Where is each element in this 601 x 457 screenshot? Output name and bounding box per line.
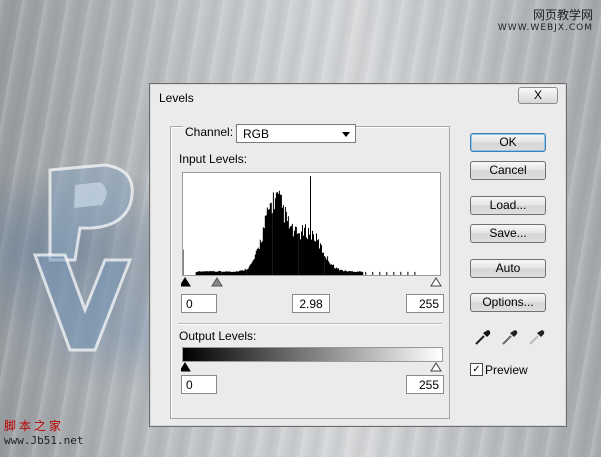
input-gamma-field[interactable]: 2.98 <box>292 294 330 313</box>
gray-eyedropper-icon[interactable] <box>501 328 519 346</box>
dialog-title: Levels <box>159 91 194 105</box>
output-black-field[interactable]: 0 <box>181 375 217 394</box>
watermark-bottom-line1: 脚本之家 <box>4 419 65 433</box>
black-point-handle <box>181 277 191 287</box>
load-button[interactable]: Load... <box>470 196 546 215</box>
input-black-field[interactable]: 0 <box>181 294 217 313</box>
histogram <box>182 172 441 276</box>
cancel-button[interactable]: Cancel <box>470 161 546 180</box>
watermark-top-line1: 网页教学网 <box>532 8 593 22</box>
white-point-handle <box>430 277 442 287</box>
auto-button[interactable]: Auto <box>470 259 546 278</box>
watermark-bottom-line2: www.Jb51.net <box>4 434 84 447</box>
output-black-handle <box>181 362 191 372</box>
output-white-handle <box>430 362 442 372</box>
watermark-site-bottom: 脚本之家 www.Jb51.net <box>4 417 83 447</box>
histogram-bars <box>183 176 416 275</box>
output-levels-label: Output Levels: <box>179 329 257 343</box>
channel-value: RGB <box>243 127 270 141</box>
preview-checkbox[interactable]: ✓ <box>470 363 483 376</box>
preview-label: Preview <box>485 363 528 377</box>
dialog-titlebar[interactable]: Levels X <box>150 84 566 110</box>
black-eyedropper-icon[interactable] <box>474 328 492 346</box>
watermark-top-line2: WWW.WEBJX.COM <box>497 23 593 33</box>
input-levels-label: Input Levels: <box>179 152 248 166</box>
gamma-handle <box>211 277 223 287</box>
histogram-graph <box>183 176 416 275</box>
input-levels-slider[interactable] <box>181 276 443 288</box>
ok-button[interactable]: OK <box>470 133 546 152</box>
save-button[interactable]: Save... <box>470 224 546 243</box>
levels-dialog: Levels X Channel: RGB Input Levels: 0 2.… <box>149 83 567 427</box>
eyedropper-group <box>474 328 550 348</box>
options-button[interactable]: Options... <box>470 293 546 312</box>
channel-label: Channel: <box>183 125 236 139</box>
output-gradient-bar <box>182 347 443 362</box>
watermark-site-top: 网页教学网 WWW.WEBJX.COM <box>498 6 593 33</box>
close-icon: X <box>533 88 542 102</box>
white-eyedropper-icon[interactable] <box>528 328 546 346</box>
output-levels-slider[interactable] <box>181 361 443 373</box>
close-button[interactable]: X <box>518 87 558 104</box>
background-pv-letters <box>32 163 134 352</box>
channel-dropdown[interactable]: RGB <box>236 124 356 143</box>
input-white-field[interactable]: 255 <box>406 294 444 313</box>
output-white-field[interactable]: 255 <box>406 375 444 394</box>
separator <box>178 323 442 325</box>
chevron-down-icon <box>342 132 350 137</box>
